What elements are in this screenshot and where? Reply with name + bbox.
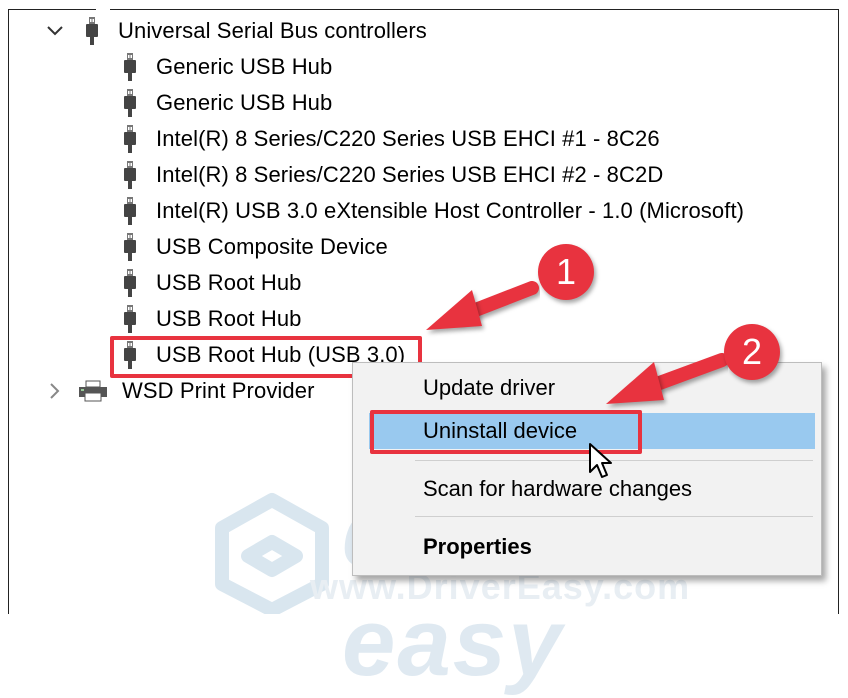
menu-item-properties[interactable]: Properties (353, 529, 821, 565)
usb-connector-icon (124, 269, 136, 297)
tree-item-label: USB Composite Device (156, 234, 388, 259)
tree-category-label: Universal Serial Bus controllers (118, 18, 427, 43)
tree-item-device[interactable]: USB Root Hub (122, 302, 302, 336)
usb-connector-icon (124, 161, 136, 189)
tree-item-device[interactable]: Intel(R) 8 Series/C220 Series USB EHCI #… (122, 122, 660, 156)
context-menu: Update driver Uninstall device Scan for … (352, 362, 822, 576)
tree-item-device[interactable]: Intel(R) USB 3.0 eXtensible Host Control… (122, 194, 744, 228)
tree-item-label: Intel(R) 8 Series/C220 Series USB EHCI #… (156, 162, 664, 187)
usb-connector-icon (124, 125, 136, 153)
printer-icon (79, 380, 107, 402)
tree-item-label: Generic USB Hub (156, 54, 333, 79)
tree-category-label: WSD Print Provider (122, 378, 315, 403)
tree-item-device[interactable]: Generic USB Hub (122, 86, 332, 120)
tree-item-device[interactable]: Generic USB Hub (122, 50, 332, 84)
usb-connector-icon (124, 89, 136, 117)
step-2-badge: 2 (724, 324, 780, 380)
usb-connector-icon (124, 233, 136, 261)
tree-item-label: USB Root Hub (156, 306, 302, 331)
menu-separator (415, 516, 813, 517)
tree-item-device[interactable]: USB Root Hub (122, 266, 302, 300)
menu-item-label: Scan for hardware changes (423, 476, 693, 501)
tree-item-device[interactable]: USB Composite Device (122, 230, 388, 264)
tree-item-device[interactable]: Intel(R) 8 Series/C220 Series USB EHCI #… (122, 158, 663, 192)
panel-border (8, 9, 839, 10)
menu-item-label: Update driver (423, 375, 556, 400)
tree-category-usb-controllers[interactable]: Universal Serial Bus controllers (84, 14, 427, 48)
chevron-down-icon[interactable] (46, 22, 64, 40)
panel-border-gap (96, 9, 110, 10)
tree-category-wsd-print-provider[interactable]: WSD Print Provider (78, 374, 315, 408)
uninstall-highlight (370, 410, 642, 454)
menu-item-label: Properties (423, 534, 532, 559)
step-1-badge: 1 (538, 244, 594, 300)
tree-item-label: Intel(R) USB 3.0 eXtensible Host Control… (156, 198, 745, 223)
usb-connector-icon (124, 197, 136, 225)
usb-connector-icon (86, 17, 98, 45)
chevron-right-icon[interactable] (46, 382, 64, 400)
menu-separator (415, 460, 813, 461)
usb-connector-icon (124, 305, 136, 333)
tree-item-label: Generic USB Hub (156, 90, 333, 115)
tree-item-label: USB Root Hub (156, 270, 302, 295)
menu-item-scan-hardware[interactable]: Scan for hardware changes (353, 471, 821, 507)
tree-item-label: Intel(R) 8 Series/C220 Series USB EHCI #… (156, 126, 660, 151)
usb-connector-icon (124, 53, 136, 81)
